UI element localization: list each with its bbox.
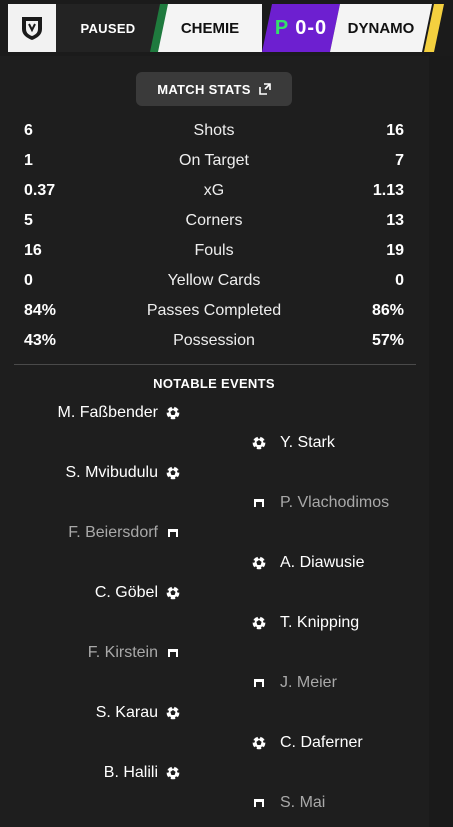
save-icon: [166, 526, 180, 540]
event-player-name: C. Göbel: [94, 584, 158, 601]
home-stat-value: 0: [24, 272, 33, 289]
away-stat-value: 1.13: [372, 182, 404, 199]
match-stats-button[interactable]: MATCH STATS: [136, 72, 292, 106]
stat-row: 5 Corners 13: [24, 206, 404, 236]
stat-row: 16 Fouls 19: [24, 236, 404, 266]
stat-label: Shots: [193, 122, 235, 139]
stat-row: 0 Yellow Cards 0: [24, 266, 404, 296]
event-player-name: J. Meier: [280, 674, 337, 691]
event-player-name: A. Diawusie: [280, 554, 365, 571]
match-stats-label: MATCH STATS: [157, 81, 251, 97]
save-icon: [252, 496, 266, 510]
event-player-name: S. Mvibudulu: [65, 464, 159, 481]
ball-icon: [252, 616, 266, 630]
section-divider: [14, 364, 416, 365]
stat-label: Corners: [185, 212, 243, 229]
away-event-item: A. Diawusie: [252, 551, 364, 575]
score-separator: -: [307, 16, 315, 39]
save-icon: [166, 646, 180, 660]
home-stat-value: 0.37: [24, 182, 56, 199]
notable-events-heading: NOTABLE EVENTS: [153, 376, 275, 391]
expand-icon: [258, 83, 271, 95]
home-stat-value: 1: [24, 152, 33, 169]
club-logo[interactable]: [8, 4, 56, 52]
ball-icon: [166, 706, 180, 720]
home-event-item: B. Halili: [104, 761, 180, 785]
away-stat-value: 57%: [371, 332, 404, 349]
away-score: 0: [315, 16, 328, 39]
home-team-name: CHEMIE: [158, 4, 262, 52]
home-stat-value: 16: [24, 242, 42, 259]
event-player-name: F. Beiersdorf: [68, 524, 158, 541]
away-event-item: Y. Stark: [252, 431, 335, 455]
stat-label: On Target: [179, 152, 249, 169]
match-stats-table: 6 Shots 16 1 On Target 7 0.37 xG 1.13 5 Corners 13 1…: [24, 116, 404, 356]
away-event-item: S. Mai: [252, 791, 325, 815]
save-icon: [252, 796, 266, 810]
event-player-name: P. Vlachodimos: [280, 494, 390, 511]
stat-label: xG: [203, 182, 225, 199]
home-event-item: F. Beiersdorf: [68, 521, 180, 545]
event-player-name: M. Faßbender: [57, 404, 158, 421]
stat-row: 0.37 xG 1.13: [24, 176, 404, 206]
event-player-name: S. Mai: [280, 794, 326, 811]
scoreboard-bar: PAUSED CHEMIE P 0 - 0 DYNAMO: [0, 0, 453, 56]
home-stat-value: 6: [24, 122, 33, 139]
ball-icon: [252, 436, 266, 450]
away-team-name: DYNAMO: [330, 4, 432, 52]
home-stat-value: 5: [24, 212, 33, 229]
ball-icon: [252, 736, 266, 750]
stat-row: 6 Shots 16: [24, 116, 404, 146]
stat-label: Possession: [173, 332, 255, 349]
away-event-item: T. Knipping: [252, 611, 359, 635]
away-event-item: C. Daferner: [252, 731, 363, 755]
stat-row: 1 On Target 7: [24, 146, 404, 176]
save-icon: [252, 676, 266, 690]
home-score: 0: [295, 16, 308, 39]
score-box: P 0 - 0: [262, 4, 340, 52]
scrollbar-track[interactable]: [429, 56, 453, 827]
away-event-item: P. Vlachodimos: [252, 491, 389, 515]
home-event-item: M. Faßbender: [58, 401, 180, 425]
away-stat-value: 0: [395, 272, 404, 289]
away-stat-value: 19: [386, 242, 404, 259]
stat-row: 43% Possession 57%: [24, 326, 404, 356]
event-player-name: C. Daferner: [280, 734, 363, 751]
event-player-name: Y. Stark: [280, 434, 335, 451]
event-player-name: S. Karau: [95, 704, 158, 721]
period-indicator: P: [274, 16, 290, 39]
home-event-item: F. Kirstein: [88, 641, 180, 665]
ball-icon: [166, 466, 180, 480]
stat-label: Passes Completed: [146, 302, 282, 319]
ball-icon: [166, 586, 180, 600]
home-stat-value: 84%: [24, 302, 57, 319]
home-event-item: S. Karau: [96, 701, 180, 725]
stat-label: Fouls: [194, 242, 234, 259]
away-stat-value: 16: [386, 122, 404, 139]
ball-icon: [166, 406, 180, 420]
stat-row: 84% Passes Completed 86%: [24, 296, 404, 326]
away-stat-value: 7: [395, 152, 404, 169]
shield-icon: [22, 17, 42, 40]
home-event-item: C. Göbel: [95, 581, 180, 605]
away-event-item: J. Meier: [252, 671, 337, 695]
home-event-item: S. Mvibudulu: [66, 461, 181, 485]
stat-label: Yellow Cards: [167, 272, 261, 289]
score-strip: CHEMIE P 0 - 0 DYNAMO: [150, 4, 445, 52]
away-stat-value: 13: [386, 212, 404, 229]
event-player-name: B. Halili: [103, 764, 158, 781]
event-player-name: T. Knipping: [280, 614, 360, 631]
ball-icon: [166, 766, 180, 780]
event-player-name: F. Kirstein: [87, 644, 158, 661]
away-stat-value: 86%: [371, 302, 404, 319]
home-stat-value: 43%: [24, 332, 57, 349]
ball-icon: [252, 556, 266, 570]
match-status: PAUSED: [56, 4, 160, 52]
